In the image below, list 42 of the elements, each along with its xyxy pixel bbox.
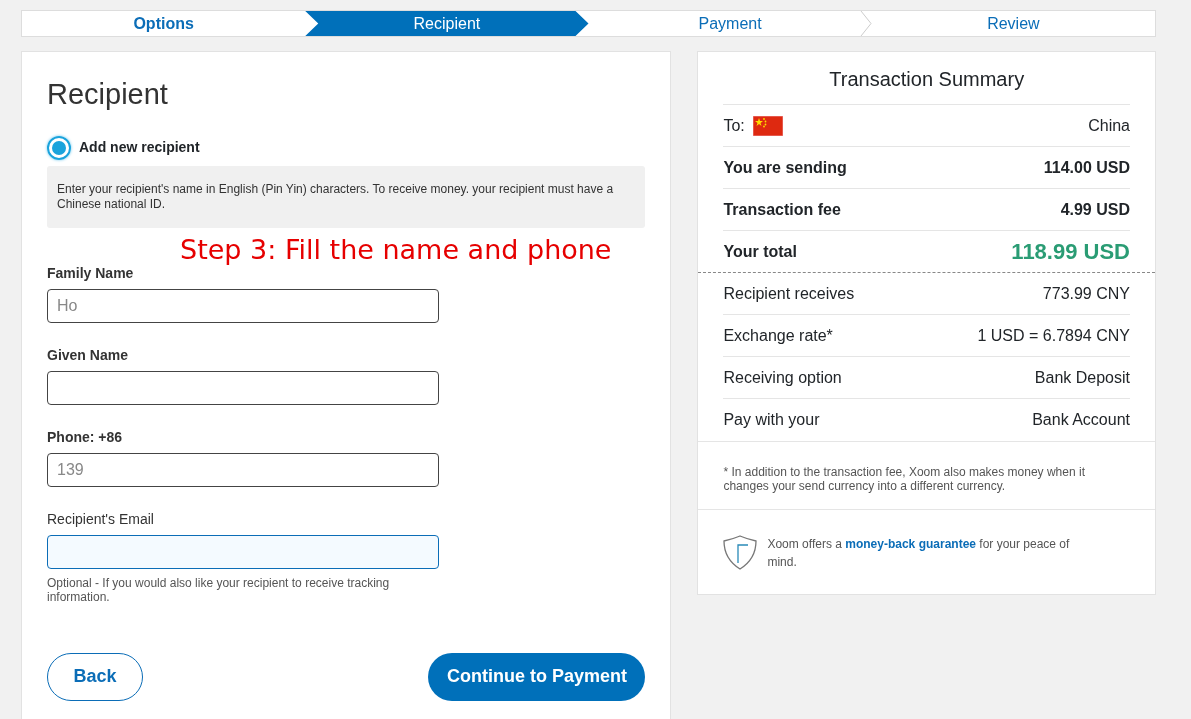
field-label: Family Name (47, 263, 135, 283)
field-label: Recipient's Email (47, 509, 155, 529)
page-title: Recipient (47, 77, 169, 112)
info-message: Enter your recipient's name in English (Pin Yin) characters. To receive money. your recipient must have a Chinese national ID. (47, 165, 646, 228)
radio-button[interactable] (47, 135, 71, 160)
flag-icon (752, 115, 783, 136)
field-label: Phone: +86 (47, 427, 124, 447)
row-label: Recipient receives (723, 283, 855, 304)
row-value: 118.99 USD (1011, 238, 1130, 266)
row-value: 4.99 USD (1060, 199, 1130, 220)
row-value: Bank Account (1032, 410, 1130, 430)
step-tab[interactable]: Options (22, 11, 306, 36)
footnote-text: * In addition to the transaction fee, Xoom also makes money when it changes your send currency into a different currency. (698, 441, 1155, 510)
input-field[interactable] (47, 370, 439, 405)
row-label: Transaction fee (723, 199, 841, 220)
input-field[interactable] (47, 534, 439, 569)
field-label: Given Name (47, 345, 129, 365)
step-tab[interactable]: Payment (588, 11, 872, 36)
row-value: Bank Deposit (1034, 367, 1130, 388)
row-label: Receiving option (723, 367, 842, 388)
continue-button[interactable]: Continue to Payment (428, 652, 646, 701)
row-value: China (1088, 115, 1130, 136)
help-text: Optional - If you would also like your recipient to receive tracking information. (47, 575, 391, 605)
row-label: To: (723, 115, 745, 136)
input-field[interactable]: 139 (47, 452, 439, 487)
row-value: 114.00 USD (1043, 157, 1130, 178)
shield-icon (723, 534, 758, 571)
back-button[interactable]: Back (47, 652, 143, 701)
option-label: Add new recipient (79, 138, 200, 158)
chevron-icon (859, 11, 872, 36)
row-value: 773.99 CNY (1042, 283, 1130, 304)
summary-title: Transaction Summary (723, 52, 1130, 105)
row-label: Exchange rate* (723, 325, 833, 346)
annotation-text: Step 3: Fill the name and phone (180, 235, 613, 263)
row-label: Your total (723, 241, 797, 262)
row-label: You are sending (723, 157, 847, 178)
input-field[interactable]: Ho (47, 288, 439, 323)
step-tab[interactable]: Recipient (305, 11, 589, 36)
step-tab[interactable]: Review (871, 11, 1155, 36)
row-label: Pay with your (723, 410, 820, 430)
row-value: 1 USD = 6.7894 CNY (977, 325, 1130, 346)
guarantee-text: Xoom offers a money-back guarantee for your peace of mind. (767, 535, 1071, 572)
